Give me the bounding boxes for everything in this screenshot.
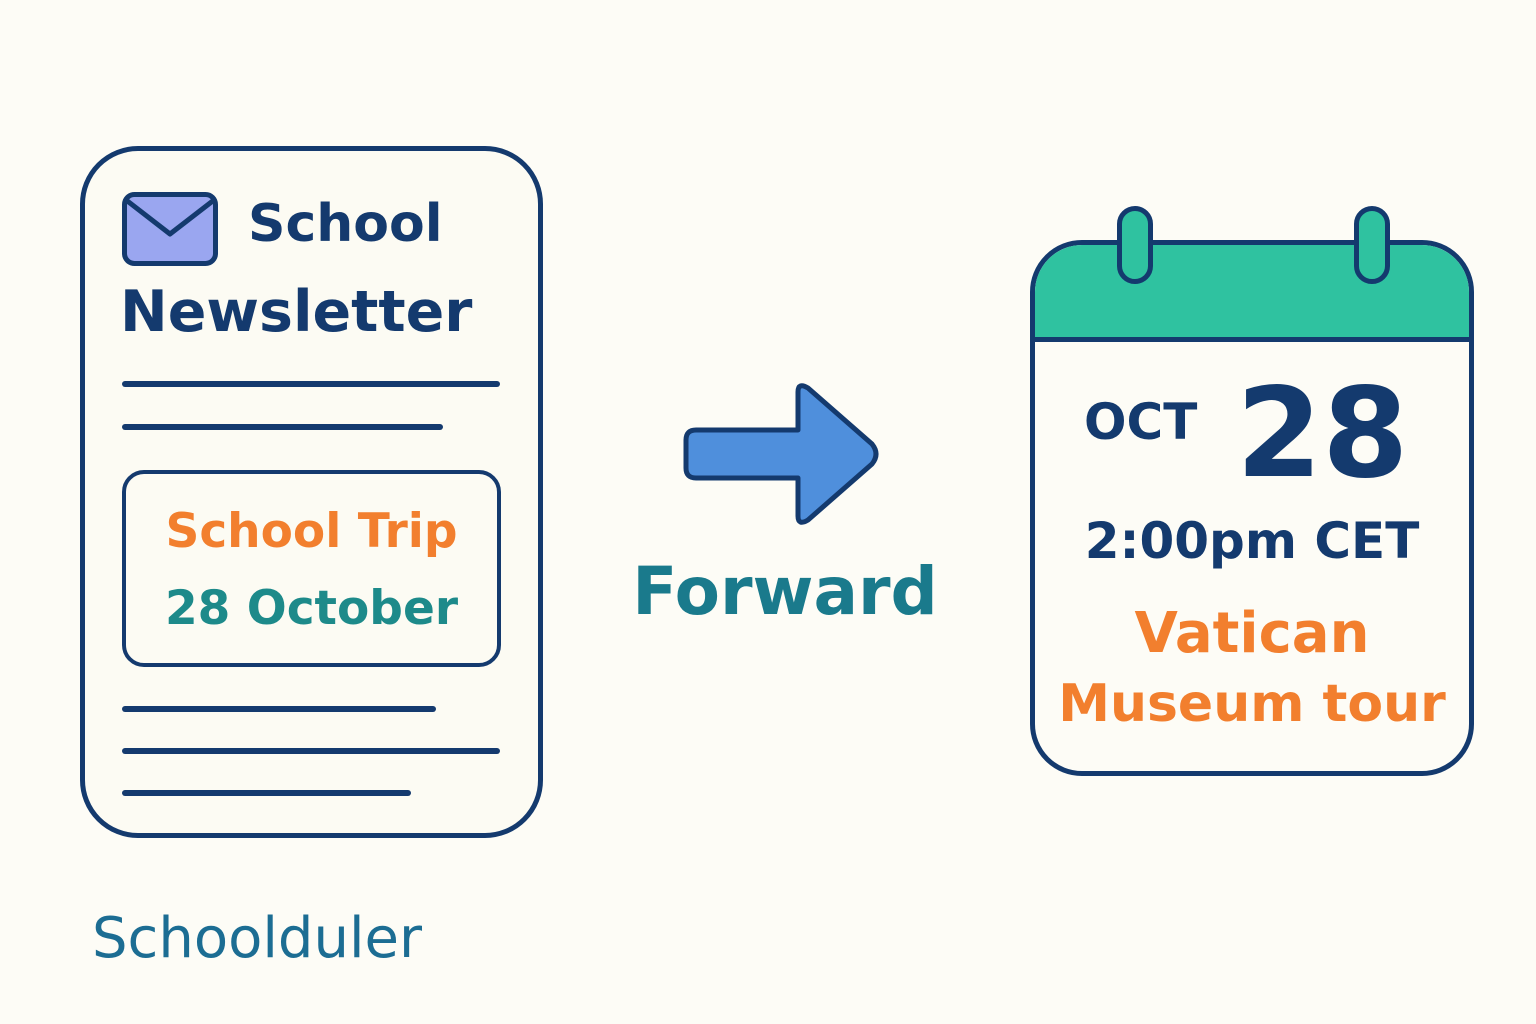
calendar-ring — [1117, 206, 1153, 284]
calendar-ring — [1354, 206, 1390, 284]
text-line — [122, 748, 500, 754]
arrow-right-icon — [683, 383, 879, 525]
text-line — [122, 706, 436, 712]
brand-name: Schoolduler — [92, 906, 422, 971]
school-trip-date: 28 October — [164, 581, 459, 636]
school-trip-title: School Trip — [165, 504, 458, 559]
calendar-day: 28 — [1236, 362, 1409, 506]
newsletter-title-line2: Newsletter — [120, 279, 473, 345]
newsletter-title-line1: School — [248, 194, 443, 254]
envelope-icon — [122, 192, 218, 266]
forward-label: Forward — [632, 553, 938, 630]
calendar-time: 2:00pm CET — [1084, 512, 1420, 570]
calendar-event-line1: Vatican — [1134, 601, 1370, 666]
text-line — [122, 381, 500, 387]
calendar-month: OCT — [1084, 393, 1198, 451]
calendar-header — [1035, 245, 1469, 342]
diagram-canvas: School Newsletter School Trip 28 October… — [0, 0, 1536, 1024]
text-line — [122, 424, 443, 430]
calendar-event-line2: Museum tour — [1058, 674, 1446, 734]
text-line — [122, 790, 411, 796]
